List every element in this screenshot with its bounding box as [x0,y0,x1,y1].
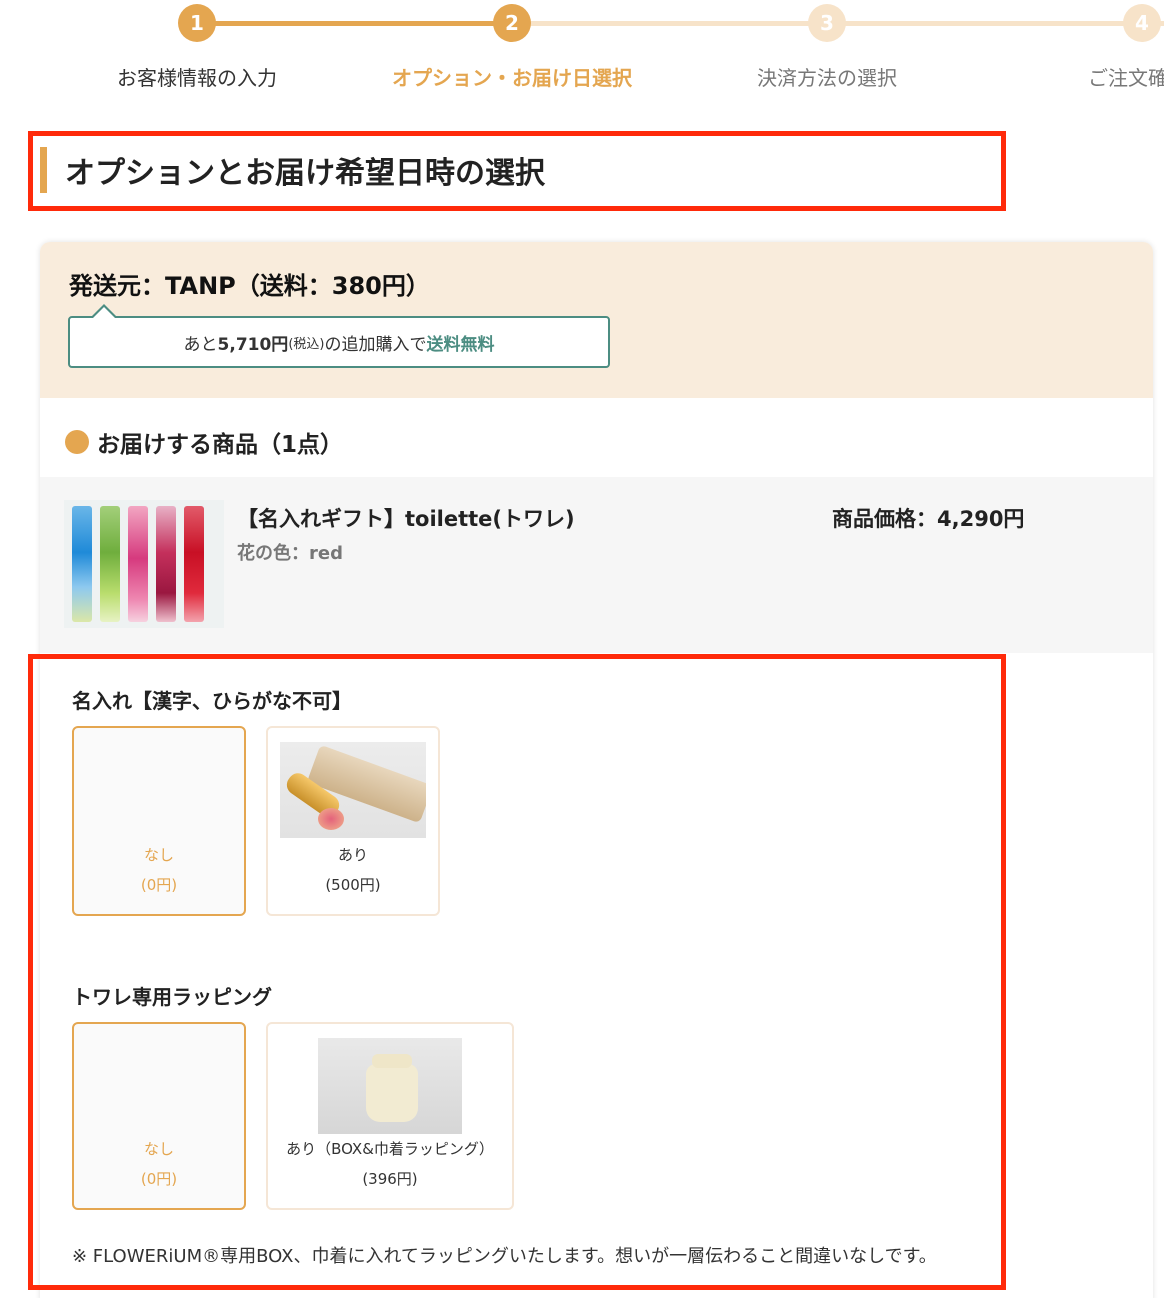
notice-amount: 5,710円 [217,334,289,355]
product-name: 【名入れギフト】toilette(トワレ) [237,507,575,531]
product-variant: 花の色：red [237,543,343,564]
highlight-frame-title [28,131,1006,211]
items-header: お届けする商品（1点） [65,425,343,459]
items-title: お届けする商品（1点） [97,432,344,458]
notice-prefix: あと [183,334,218,355]
tube-blue [72,506,92,622]
stepper-progress-line [197,21,512,26]
step-3-circle: 3 [808,4,846,42]
tube-green [100,506,120,622]
step-1-label: お客様情報の入力 [117,66,277,90]
product-price: 商品価格：4,290円 [832,507,1025,531]
notice-free-shipping: 送料無料 [426,334,495,355]
highlight-frame-options [28,654,1006,1290]
free-shipping-notice: あと 5,710円 (税込) の追加購入で 送料無料 [68,304,610,368]
shipment-origin: 発送元：TANP（送料：380円） [69,272,430,300]
step-2-label: オプション・お届け日選択 [392,66,632,90]
product-image [64,500,224,628]
tube-magenta [156,506,176,622]
notice-middle: の追加購入で [324,334,427,355]
checkout-stepper: 1 2 3 4 お客様情報の入力 オプション・お届け日選択 決済方法の選択 ご注… [0,0,1164,110]
product-row: 【名入れギフト】toilette(トワレ) 花の色：red 商品価格：4,290… [40,477,1153,653]
step-3-label: 決済方法の選択 [757,66,897,90]
step-4-label: ご注文確 [1088,66,1164,90]
bullet-dot-icon [65,430,89,454]
step-4-circle: 4 [1123,4,1161,42]
step-2-circle: 2 [493,4,531,42]
tube-red [184,506,204,622]
shipment-header: 発送元：TANP（送料：380円） あと 5,710円 (税込) の追加購入で 送料無料 [40,242,1153,398]
step-1-circle: 1 [178,4,216,42]
tube-pink [128,506,148,622]
notice-tax: (税込) [288,336,325,352]
